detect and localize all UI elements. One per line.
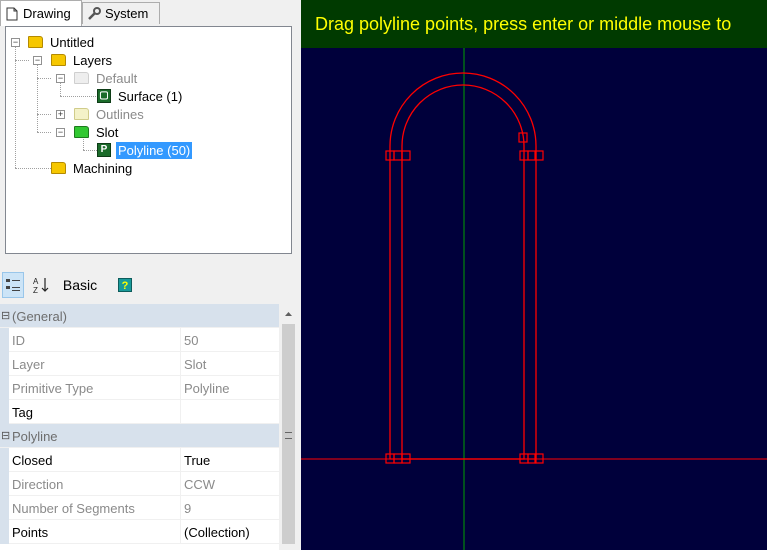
tab-system-label: System <box>105 6 149 21</box>
collapse-default[interactable]: − <box>56 74 65 83</box>
expand-outlines[interactable]: + <box>56 110 65 119</box>
property-row-points[interactable]: Points (Collection) <box>0 520 279 544</box>
folder-icon <box>74 108 89 120</box>
polyline-icon: P <box>97 143 111 157</box>
tree-node-layers[interactable]: Layers <box>51 51 114 69</box>
folder-icon <box>51 162 66 174</box>
tab-system[interactable]: System <box>82 2 160 24</box>
folder-icon <box>28 36 43 48</box>
tab-drawing[interactable]: Drawing <box>0 0 82 26</box>
tree-node-default[interactable]: Default <box>74 69 139 87</box>
property-grid-scrollbar[interactable] <box>280 304 297 550</box>
left-panel: Drawing System − Untitled − Layers − Def… <box>0 0 301 550</box>
category-polyline[interactable]: ⊟ Polyline <box>0 424 279 448</box>
document-icon <box>5 6 19 22</box>
alphabetical-button[interactable]: A Z <box>29 272 53 298</box>
property-row-id[interactable]: ID 50 <box>0 328 279 352</box>
tree-node-outlines[interactable]: Outlines <box>74 105 146 123</box>
wrench-icon <box>87 6 101 22</box>
tree-node-polyline[interactable]: P Polyline (50) <box>97 141 193 159</box>
scroll-up-icon[interactable] <box>280 306 297 322</box>
collapse-icon: ⊟ <box>1 430 11 442</box>
grip-icon <box>285 432 292 439</box>
outer-contour <box>389 72 537 460</box>
property-row-tag[interactable]: Tag <box>0 400 279 424</box>
drawing-tree: − Untitled − Layers − Default ▢ Surface … <box>5 26 292 254</box>
property-row-layer[interactable]: Layer Slot <box>0 352 279 376</box>
help-button[interactable]: ? <box>114 272 136 298</box>
active-layer-folder-icon <box>74 126 89 138</box>
collapse-icon: ⊟ <box>1 310 11 322</box>
tree-node-surface[interactable]: ▢ Surface (1) <box>97 87 184 105</box>
canvas-drawing <box>301 48 767 550</box>
sort-az-icon: A Z <box>33 277 49 294</box>
folder-icon <box>51 54 66 66</box>
svg-text:Z: Z <box>33 286 38 294</box>
collapse-layers[interactable]: − <box>33 56 42 65</box>
categorized-icon <box>6 279 20 291</box>
instruction-text: Drag polyline points, press enter or mid… <box>315 14 732 34</box>
property-row-number-of-segments[interactable]: Number of Segments 9 <box>0 496 279 520</box>
category-general[interactable]: ⊟ (General) <box>0 304 279 328</box>
tree-node-slot[interactable]: Slot <box>74 123 120 141</box>
point-handle[interactable] <box>393 150 403 161</box>
properties-toolbar: A Z Basic ? <box>0 268 298 302</box>
property-row-primitive-type[interactable]: Primitive Type Polyline <box>0 376 279 400</box>
svg-text:A: A <box>33 277 39 286</box>
categorized-button[interactable] <box>2 272 24 298</box>
help-icon: ? <box>118 278 132 292</box>
surface-icon: ▢ <box>97 89 111 103</box>
instruction-bar: Drag polyline points, press enter or mid… <box>301 0 767 48</box>
basic-button[interactable]: Basic <box>58 272 102 298</box>
folder-icon <box>74 72 89 84</box>
panel-tabs: Drawing System <box>0 0 301 27</box>
property-grid: ⊟ (General) ID 50 Layer Slot Primitive T… <box>0 304 279 550</box>
property-row-direction[interactable]: Direction CCW <box>0 472 279 496</box>
property-row-closed[interactable]: Closed True <box>0 448 279 472</box>
drawing-canvas[interactable]: Drag polyline points, press enter or mid… <box>301 0 767 550</box>
tree-node-untitled[interactable]: Untitled <box>28 33 96 51</box>
tree-node-machining[interactable]: Machining <box>51 159 134 177</box>
tab-drawing-label: Drawing <box>23 6 71 21</box>
inner-contour <box>401 84 525 460</box>
collapse-slot[interactable]: − <box>56 128 65 137</box>
point-handle[interactable] <box>401 150 411 161</box>
collapse-untitled[interactable]: − <box>11 38 20 47</box>
slot-polyline[interactable] <box>389 72 537 460</box>
